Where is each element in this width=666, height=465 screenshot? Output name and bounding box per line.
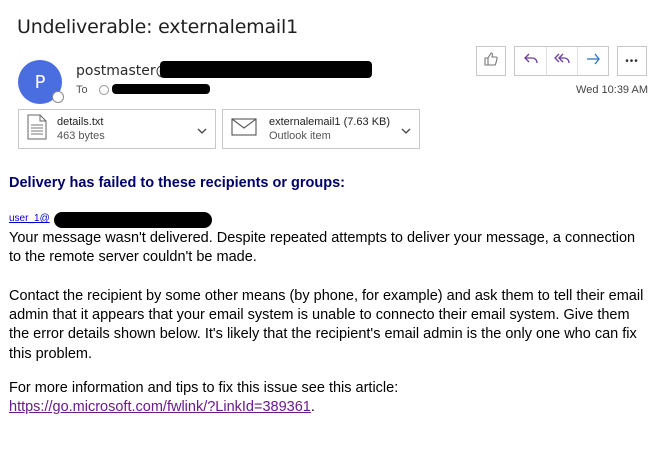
chevron-down-icon[interactable] [401,123,411,141]
info-text: For more information and tips to fix thi… [9,380,399,396]
thumbs-up-icon [483,51,499,72]
sender-address-prefix: postmaster@ [76,63,170,79]
text-file-icon [27,114,47,145]
more-actions-button[interactable]: ••• [617,46,647,76]
presence-status-icon [52,91,64,103]
forward-icon [585,51,601,72]
link-period: . [310,399,315,416]
attachment-name: details.txt [57,116,104,128]
body-paragraph: For more information and tips to fix thi… [9,379,649,417]
reply-all-icon [553,51,571,72]
action-bar: ••• [476,46,647,76]
attachment-name: externalemail1 (7.63 KB) [269,116,391,128]
help-article-link[interactable]: https://go.microsoft.com/fwlink/?LinkId=… [9,399,311,415]
to-label: To [76,84,88,96]
attachment-outlook-item[interactable]: externalemail1 (7.63 KB) Outlook item [222,109,420,149]
recipient-presence-icon [99,85,109,95]
reply-all-button[interactable] [546,47,577,75]
attachment-size: 463 bytes [57,130,105,142]
body-paragraph: Your message wasn't delivered. Despite r… [9,230,636,266]
chevron-down-icon[interactable] [197,123,207,141]
redaction-mark [160,61,372,78]
attachment-details[interactable]: details.txt 463 bytes [18,109,216,149]
redaction-mark [54,212,212,228]
delivery-failed-heading: Delivery has failed to these recipients … [9,175,346,191]
reply-button[interactable] [515,47,546,75]
failed-recipient-link[interactable]: user_1@ [9,213,50,224]
body-paragraph: Contact the recipient by some other mean… [9,288,644,362]
redaction-mark [112,84,210,94]
forward-button[interactable] [577,47,608,75]
like-button[interactable] [476,46,506,76]
sender-name[interactable]: postmaster@ [76,63,170,79]
more-icon: ••• [625,55,639,67]
email-subject: Undeliverable: externalemail1 [17,16,298,38]
attachment-type: Outlook item [269,130,331,142]
reply-button-group [514,46,609,76]
email-date: Wed 10:39 AM [576,84,648,96]
reply-icon [523,51,539,72]
recipient-prefix: user_1@ [9,213,50,224]
envelope-icon [231,117,257,141]
